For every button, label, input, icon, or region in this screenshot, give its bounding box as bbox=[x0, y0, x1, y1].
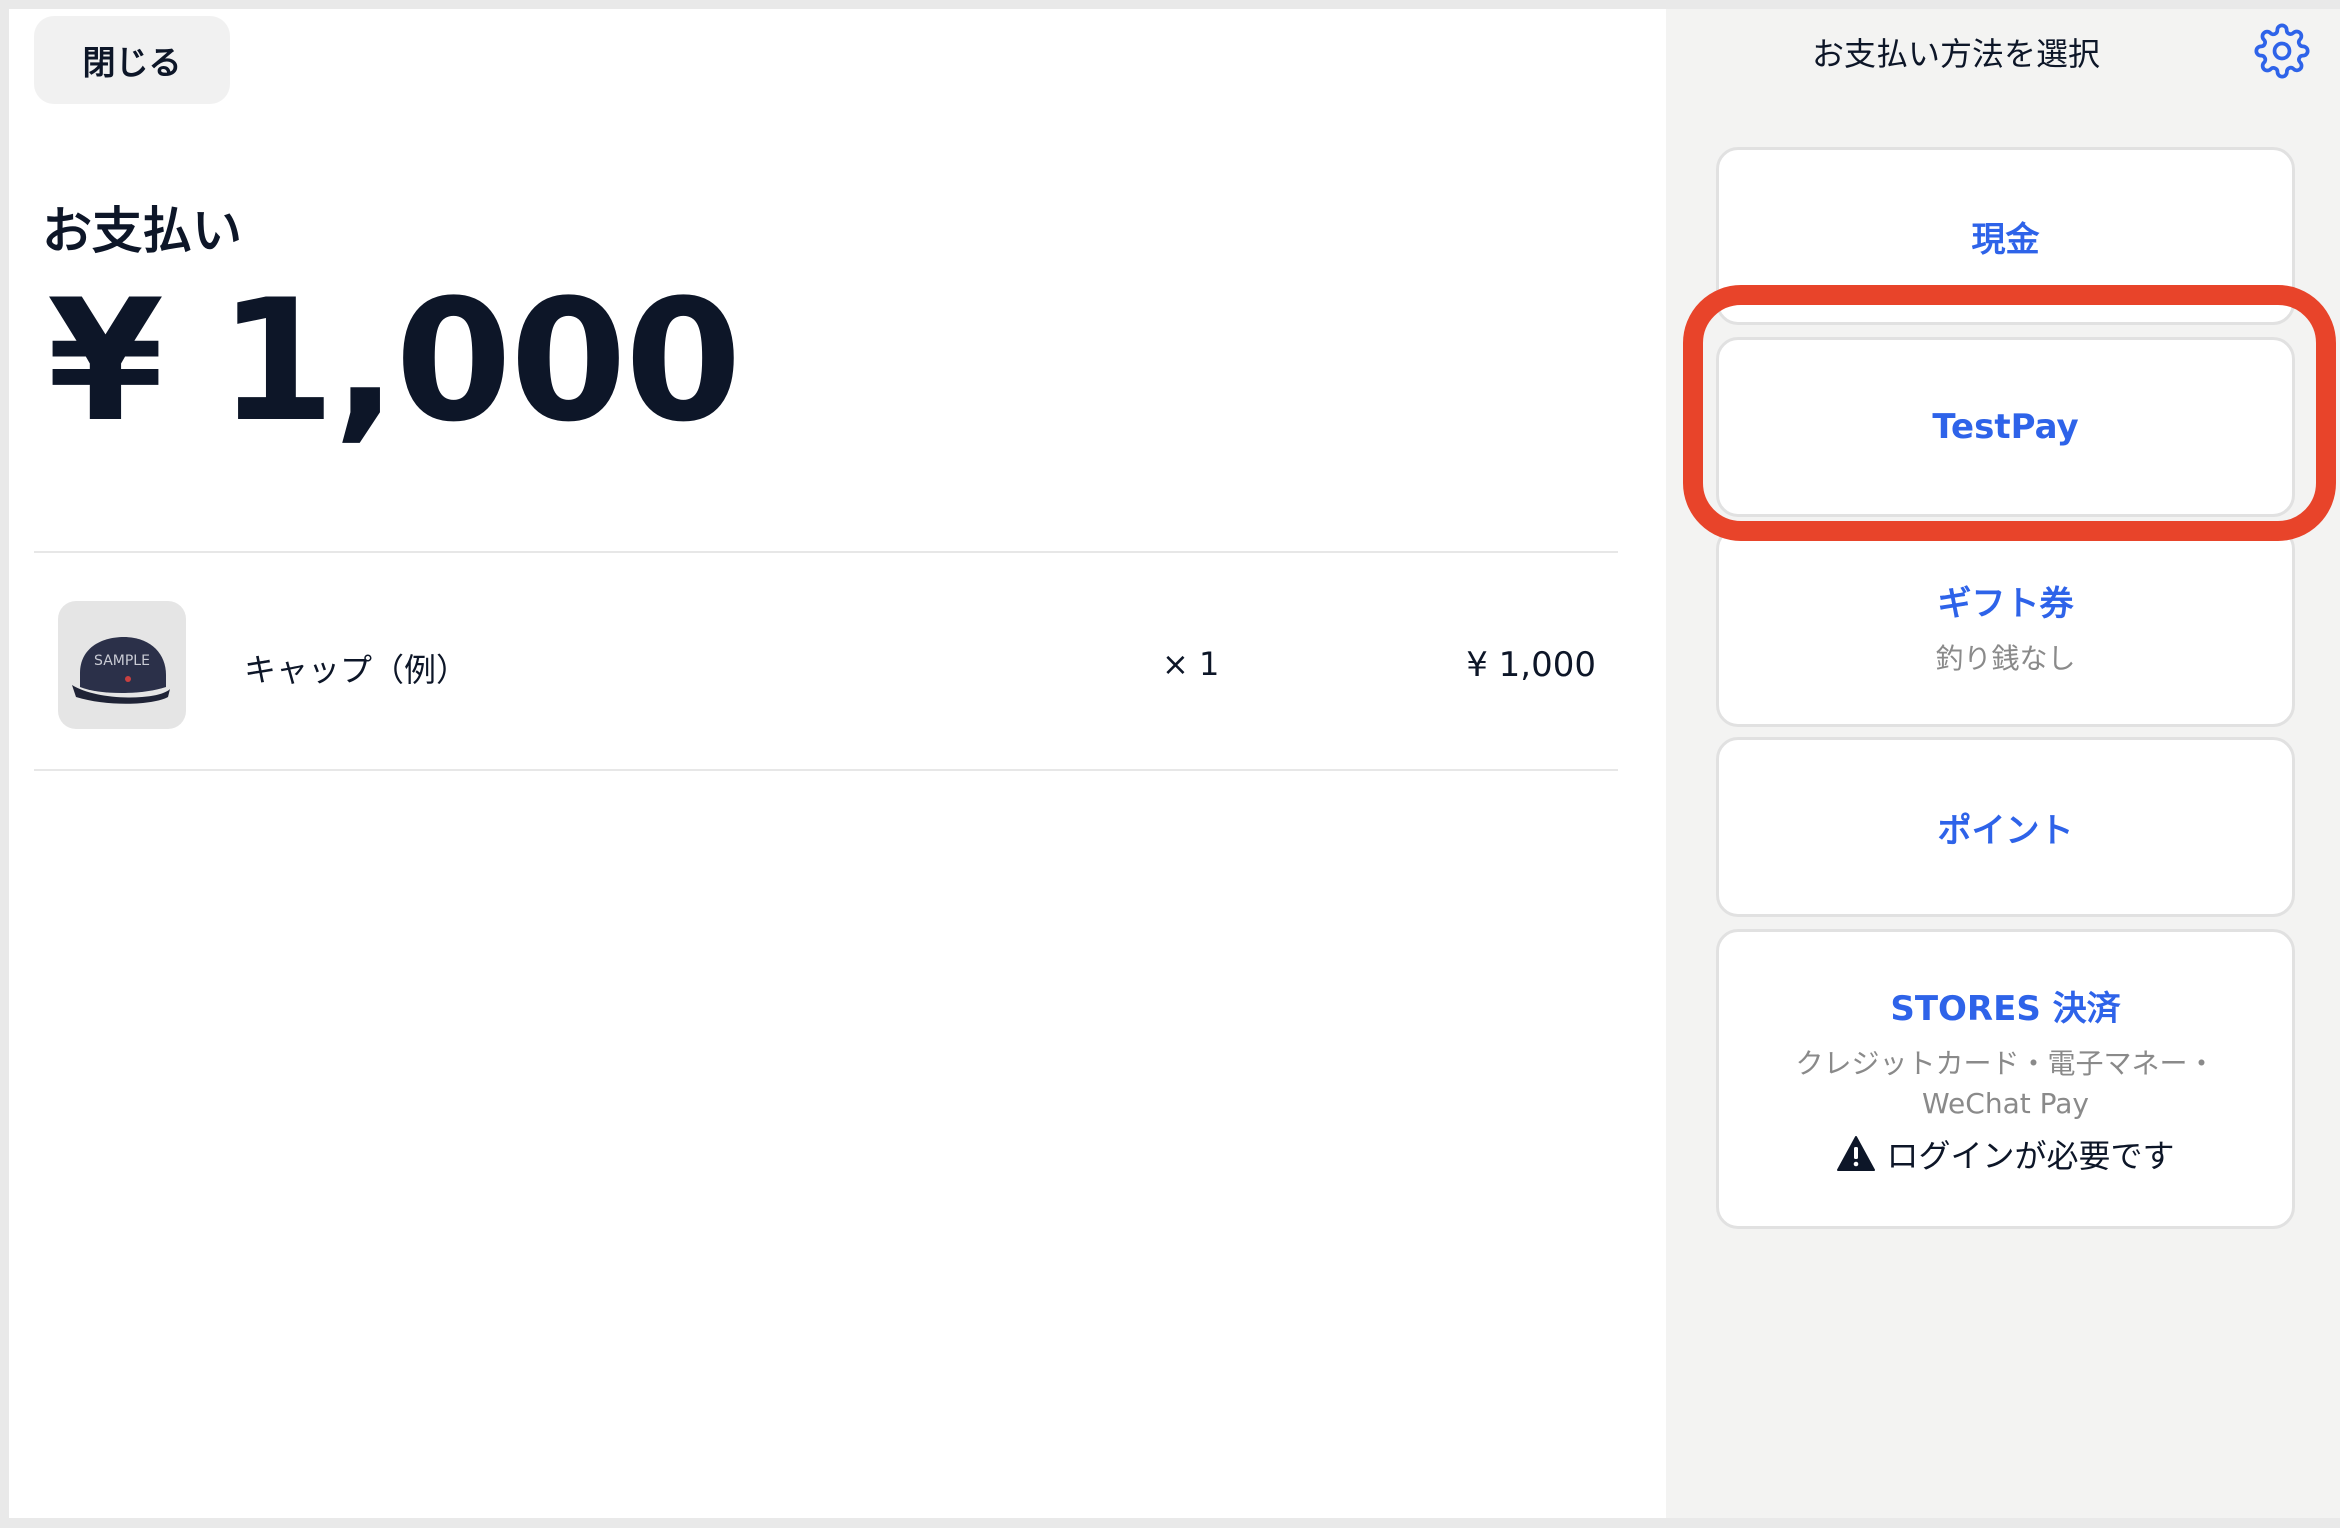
payment-summary-pane: 閉じる お支払い ¥ 1,000 SAMPLE キャップ（例） × 1 ¥ 1,… bbox=[9, 9, 1666, 1518]
cart-item-row: SAMPLE キャップ（例） × 1 ¥ 1,000 bbox=[34, 561, 1618, 769]
payment-method-title: お支払い方法を選択 bbox=[1811, 35, 2100, 73]
method-label: ギフト券 bbox=[1937, 583, 2074, 624]
divider bbox=[34, 769, 1618, 771]
login-required-notice: ログインが必要です bbox=[1836, 1131, 2175, 1177]
payment-heading: お支払い bbox=[42, 202, 242, 260]
method-label: 現金 bbox=[1971, 219, 2040, 260]
payment-method-cash[interactable]: 現金 bbox=[1716, 147, 2295, 325]
method-sublabel: 釣り銭なし bbox=[1935, 641, 2076, 675]
warning-text: ログインが必要です bbox=[1886, 1136, 2175, 1175]
method-sublabel: クレジットカード・電子マネー・ WeChat Pay bbox=[1795, 1044, 2215, 1122]
item-price: ¥ 1,000 bbox=[1466, 645, 1596, 685]
method-sublabel-line: WeChat Pay bbox=[1922, 1086, 2089, 1120]
item-name: キャップ（例） bbox=[244, 651, 469, 689]
payment-method-pane: お支払い方法を選択 現金 TestPay ギフト券 釣り銭なし ポイント STO… bbox=[1666, 9, 2340, 1518]
gear-icon[interactable] bbox=[2254, 23, 2310, 79]
method-label: ポイント bbox=[1937, 810, 2074, 851]
divider bbox=[34, 551, 1618, 553]
payment-method-stores[interactable]: STORES 決済 クレジットカード・電子マネー・ WeChat Pay ログイ… bbox=[1716, 929, 2295, 1229]
product-thumbnail: SAMPLE bbox=[58, 601, 186, 729]
payment-screen: 閉じる お支払い ¥ 1,000 SAMPLE キャップ（例） × 1 ¥ 1,… bbox=[9, 9, 2340, 1518]
method-label: TestPay bbox=[1932, 407, 2079, 447]
method-label: STORES 決済 bbox=[1890, 989, 2121, 1030]
method-sublabel-line: クレジットカード・電子マネー・ bbox=[1795, 1047, 2216, 1081]
total-amount: ¥ 1,000 bbox=[47, 263, 742, 459]
close-button[interactable]: 閉じる bbox=[34, 16, 230, 104]
payment-method-testpay[interactable]: TestPay bbox=[1716, 337, 2295, 517]
payment-method-points[interactable]: ポイント bbox=[1716, 737, 2295, 917]
item-quantity: × 1 bbox=[1162, 645, 1220, 683]
cap-image: SAMPLE bbox=[72, 637, 170, 704]
payment-method-gift-card[interactable]: ギフト券 釣り銭なし bbox=[1716, 527, 2295, 727]
sample-watermark: SAMPLE bbox=[94, 653, 150, 669]
warning-icon bbox=[1837, 1135, 1876, 1171]
